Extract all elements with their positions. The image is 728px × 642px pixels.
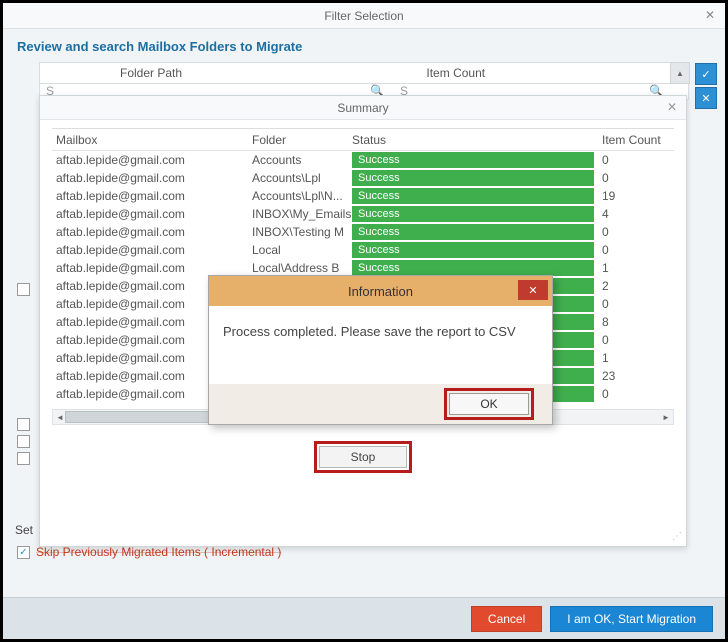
scroll-right-icon[interactable]: ►: [659, 410, 673, 424]
header-mailbox[interactable]: Mailbox: [52, 133, 252, 147]
checkbox[interactable]: [17, 418, 30, 431]
cell-status: Success: [352, 260, 602, 276]
cell-folder: Accounts\Lpl\N...: [252, 189, 352, 203]
side-select-buttons: ✓ ✕: [695, 63, 717, 109]
footer: Cancel I am OK, Start Migration: [3, 597, 725, 639]
close-icon[interactable]: ✕: [518, 280, 548, 300]
cell-mailbox: aftab.lepide@gmail.com: [52, 153, 252, 167]
cell-count: 0: [602, 387, 674, 401]
cell-status: Success: [352, 170, 602, 186]
information-dialog: Information ✕ Process completed. Please …: [208, 275, 553, 425]
cell-status: Success: [352, 152, 602, 168]
titlebar: Filter Selection ✕: [3, 3, 725, 29]
page-subtitle: Review and search Mailbox Folders to Mig…: [3, 29, 725, 58]
cell-count: 0: [602, 243, 674, 257]
cell-count: 23: [602, 369, 674, 383]
cell-mailbox: aftab.lepide@gmail.com: [52, 171, 252, 185]
header-folder[interactable]: Folder: [252, 133, 352, 147]
ok-highlight: OK: [444, 388, 534, 420]
outer-table-header: Folder Path Item Count ▲: [39, 62, 689, 84]
cell-count: 8: [602, 315, 674, 329]
checkbox[interactable]: [17, 435, 30, 448]
table-row[interactable]: aftab.lepide@gmail.comLocalSuccess0: [52, 241, 674, 259]
resize-grip-icon[interactable]: ⋰: [672, 531, 680, 542]
skip-label: Skip Previously Migrated Items ( Increme…: [36, 545, 281, 559]
cell-status: Success: [352, 242, 602, 258]
close-icon[interactable]: ✕: [662, 98, 682, 116]
select-all-button[interactable]: ✓: [695, 63, 717, 85]
cell-count: 0: [602, 333, 674, 347]
cancel-button[interactable]: Cancel: [471, 606, 542, 632]
cell-folder: Local: [252, 243, 352, 257]
header-status[interactable]: Status: [352, 133, 602, 147]
cell-count: 0: [602, 225, 674, 239]
cell-mailbox: aftab.lepide@gmail.com: [52, 261, 252, 275]
left-checkboxes: [17, 283, 30, 465]
start-migration-button[interactable]: I am OK, Start Migration: [550, 606, 713, 632]
scroll-up-icon[interactable]: ▲: [670, 62, 690, 84]
cell-mailbox: aftab.lepide@gmail.com: [52, 189, 252, 203]
cell-count: 19: [602, 189, 674, 203]
grid-header: Mailbox Folder Status Item Count: [52, 129, 674, 151]
checkbox[interactable]: [17, 452, 30, 465]
skip-previous-row[interactable]: Skip Previously Migrated Items ( Increme…: [17, 545, 281, 559]
cell-count: 0: [602, 171, 674, 185]
cell-count: 1: [602, 261, 674, 275]
msgbox-titlebar: Information ✕: [209, 276, 552, 306]
cell-count: 2: [602, 279, 674, 293]
window-title: Filter Selection: [324, 9, 403, 23]
cell-mailbox: aftab.lepide@gmail.com: [52, 243, 252, 257]
cell-count: 1: [602, 351, 674, 365]
deselect-all-button[interactable]: ✕: [695, 87, 717, 109]
stop-highlight: Stop: [314, 441, 412, 473]
cell-status: Success: [352, 188, 602, 204]
summary-title: Summary: [337, 101, 388, 115]
cell-status: Success: [352, 206, 602, 222]
cell-folder: Accounts\Lpl: [252, 171, 352, 185]
cell-count: 4: [602, 207, 674, 221]
header-item-count[interactable]: Item Count: [602, 133, 674, 147]
msgbox-body: Process completed. Please save the repor…: [209, 306, 552, 339]
cell-folder: Local\Address B: [252, 261, 352, 275]
set-label: Set: [15, 523, 33, 537]
table-row[interactable]: aftab.lepide@gmail.comAccountsSuccess0: [52, 151, 674, 169]
col-item-count[interactable]: Item Count: [396, 66, 688, 80]
msgbox-footer: OK: [209, 384, 552, 424]
close-icon[interactable]: ✕: [699, 5, 721, 25]
table-row[interactable]: aftab.lepide@gmail.comAccounts\LplSucces…: [52, 169, 674, 187]
table-row[interactable]: aftab.lepide@gmail.comINBOX\My_EmailsSuc…: [52, 205, 674, 223]
skip-checkbox[interactable]: [17, 546, 30, 559]
cell-folder: Accounts: [252, 153, 352, 167]
checkbox[interactable]: [17, 283, 30, 296]
cell-count: 0: [602, 297, 674, 311]
table-row[interactable]: aftab.lepide@gmail.comINBOX\Testing MSuc…: [52, 223, 674, 241]
cell-folder: INBOX\My_Emails: [252, 207, 352, 221]
summary-titlebar: Summary ✕: [40, 96, 686, 120]
col-folder-path[interactable]: Folder Path: [40, 66, 396, 80]
cell-folder: INBOX\Testing M: [252, 225, 352, 239]
stop-button[interactable]: Stop: [319, 446, 407, 468]
cell-mailbox: aftab.lepide@gmail.com: [52, 225, 252, 239]
table-row[interactable]: aftab.lepide@gmail.comAccounts\Lpl\N...S…: [52, 187, 674, 205]
msgbox-title: Information: [348, 284, 413, 299]
cell-mailbox: aftab.lepide@gmail.com: [52, 207, 252, 221]
ok-button[interactable]: OK: [449, 393, 529, 415]
cell-status: Success: [352, 224, 602, 240]
cell-count: 0: [602, 153, 674, 167]
